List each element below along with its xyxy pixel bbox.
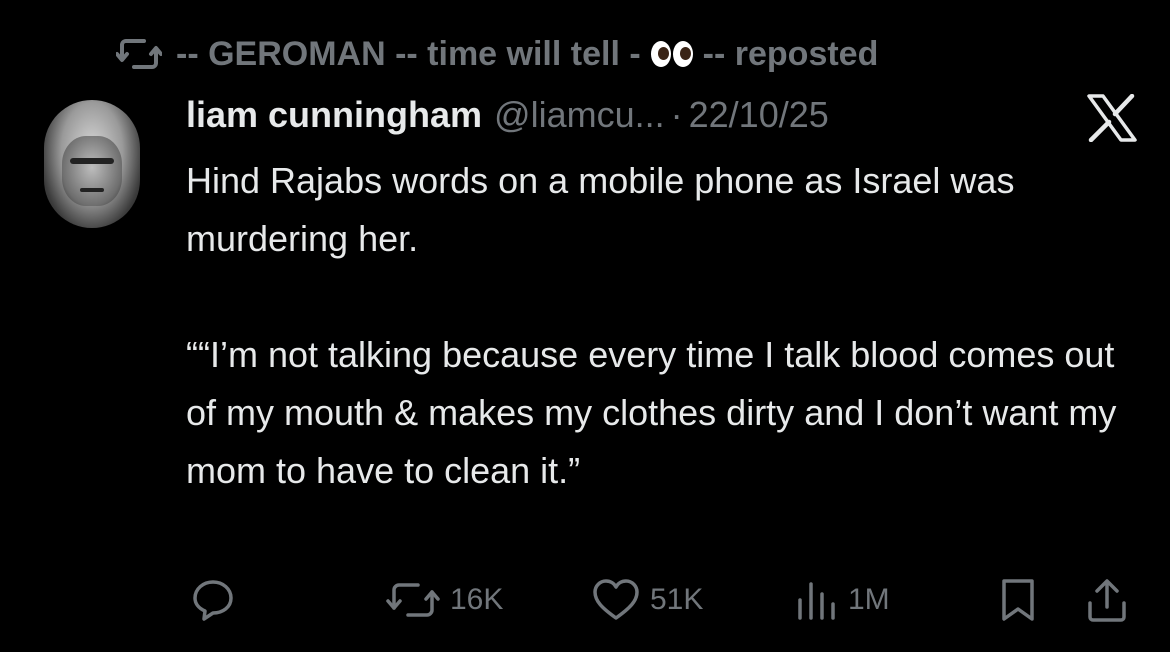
bookmark-icon xyxy=(1002,579,1034,621)
bookmark-button[interactable] xyxy=(998,572,1038,628)
repost-text: -- GEROMAN -- time will tell - -- repost… xyxy=(176,35,878,74)
like-icon xyxy=(593,579,639,620)
tweet-paragraph-1: Hind Rajabs words on a mobile phone as I… xyxy=(186,160,1015,259)
views-icon xyxy=(798,582,835,620)
reply-icon xyxy=(193,580,233,621)
repost-icon xyxy=(386,583,440,617)
separator-dot: · xyxy=(670,94,683,135)
views-button[interactable]: 1M xyxy=(796,572,890,628)
author-handle[interactable]: @liamcu... xyxy=(494,94,665,136)
eyes-emoji-icon xyxy=(650,41,693,67)
repost-text-end: -- reposted xyxy=(702,34,879,73)
x-logo-icon xyxy=(1087,94,1137,142)
avatar[interactable] xyxy=(44,100,140,228)
like-count: 51K xyxy=(650,583,704,616)
views-count: 1M xyxy=(848,583,890,616)
repost-text-start: -- GEROMAN -- time will tell - xyxy=(176,34,641,73)
tweet-header: liam cunningham @liamcu... · 22/10/25 xyxy=(186,92,829,138)
share-icon xyxy=(1088,579,1126,622)
share-button[interactable] xyxy=(1086,572,1128,628)
repost-context[interactable]: -- GEROMAN -- time will tell - -- repost… xyxy=(116,34,878,74)
like-button[interactable]: 51K xyxy=(592,572,703,628)
repost-count: 16K xyxy=(450,583,504,616)
tweet-body: Hind Rajabs words on a mobile phone as I… xyxy=(186,152,1146,500)
author-name[interactable]: liam cunningham xyxy=(186,94,482,136)
action-bar: 16K 51K 1M xyxy=(0,572,1170,628)
tweet-paragraph-2: ““I’m not talking because every time I t… xyxy=(186,334,1117,491)
repost-icon xyxy=(116,39,162,69)
repost-button[interactable]: 16K xyxy=(386,572,503,628)
reply-button[interactable] xyxy=(190,572,236,628)
tweet-date[interactable]: 22/10/25 xyxy=(689,94,829,136)
